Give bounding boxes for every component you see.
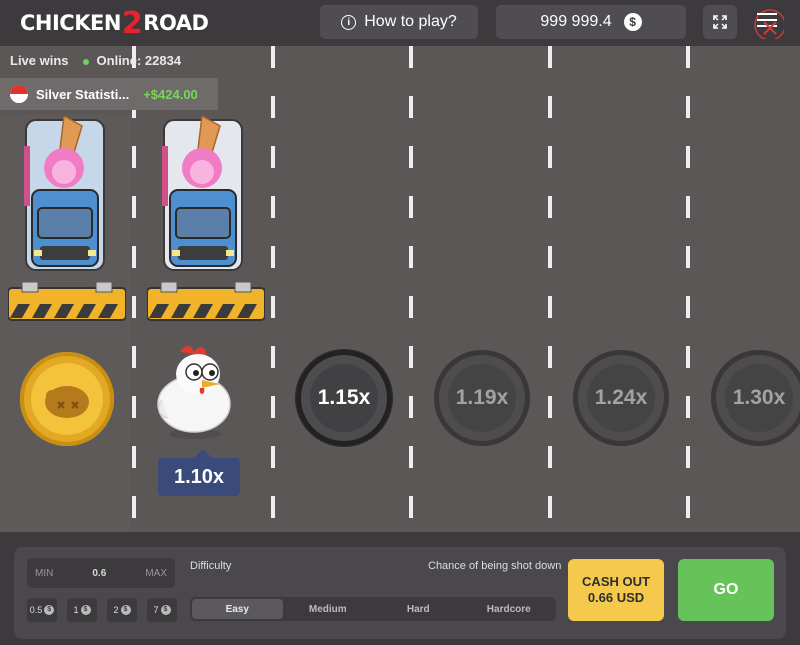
logo-text-right: ROAD — [143, 11, 209, 35]
lane-multiplier-cover[interactable]: 1.19x — [434, 350, 530, 446]
live-wins-panel: Live wins Online: 22834 Silver Statisti.… — [0, 46, 218, 114]
how-to-play-button[interactable]: i How to play? — [320, 5, 478, 39]
balance-display: 999 999.4 $ — [496, 5, 686, 39]
game-logo: CHICKEN 2 ROAD — [20, 5, 209, 41]
chip-value: 2 — [113, 605, 119, 615]
dollar-icon: $ — [80, 605, 91, 615]
chicken-character — [157, 346, 231, 439]
lane-divider — [132, 46, 136, 532]
logo-text-left: CHICKEN — [20, 11, 121, 35]
bet-amount-input[interactable]: MIN 0.6 MAX — [27, 558, 175, 588]
difficulty-tab-medium[interactable]: Medium — [283, 599, 374, 619]
chip-value: 1 — [73, 605, 79, 615]
dollar-icon: $ — [120, 605, 131, 615]
current-multiplier-tag: 1.10x — [158, 449, 240, 496]
bet-chips: 0.5 $ 1 $ 2 $ 7 $ — [27, 598, 177, 622]
collected-coin — [20, 352, 114, 446]
cash-out-button[interactable]: CASH OUT 0.66 USD — [568, 559, 664, 621]
lane-multiplier-cover[interactable]: 1.24x — [573, 350, 669, 446]
top-bar: CHICKEN 2 ROAD i How to play? 999 999.4 … — [0, 0, 800, 46]
lane-divider — [409, 46, 413, 532]
recent-win-row: Silver Statisti... +$424.00 — [0, 78, 218, 110]
control-panel: MIN 0.6 MAX 0.5 $ 1 $ 2 $ 7 $ Difficulty Cha… — [0, 532, 800, 645]
recent-win-user: Silver Statisti... — [36, 86, 130, 102]
bet-chip-button[interactable]: 7 $ — [147, 598, 177, 622]
menu-icon — [754, 9, 784, 39]
menu-button[interactable] — [750, 5, 784, 39]
recent-win-amount: +$424.00 — [143, 86, 198, 102]
lane-divider — [548, 46, 552, 532]
bet-chip-button[interactable]: 2 $ — [107, 598, 137, 622]
info-icon: i — [341, 14, 357, 30]
ice-cream-truck — [24, 116, 105, 271]
fullscreen-button[interactable] — [703, 5, 737, 39]
online-dot-icon — [82, 58, 89, 65]
lane-multiplier-cover[interactable]: 1.30x — [711, 350, 800, 446]
difficulty-selector: Easy Medium Hard Hardcore — [190, 597, 556, 621]
bet-min-button[interactable]: MIN — [35, 568, 53, 579]
cash-out-label: CASH OUT — [582, 574, 650, 589]
dollar-icon: $ — [44, 605, 55, 615]
bet-max-button[interactable]: MAX — [145, 568, 167, 579]
dollar-icon: $ — [160, 605, 171, 615]
live-wins-header: Live wins Online: 22834 — [0, 46, 218, 74]
bet-chip-button[interactable]: 1 $ — [67, 598, 97, 622]
how-to-play-label: How to play? — [364, 13, 457, 30]
chip-value: 7 — [153, 605, 159, 615]
control-panel-inner: MIN 0.6 MAX 0.5 $ 1 $ 2 $ 7 $ Difficulty Cha… — [14, 547, 786, 639]
live-wins-label: Live wins — [10, 52, 69, 68]
online-label: Online: 22834 — [96, 52, 182, 68]
chance-label: Chance of being shot down — [428, 560, 562, 572]
lane-multiplier-cover[interactable]: 1.15x — [296, 350, 392, 446]
difficulty-tab-hard[interactable]: Hard — [373, 599, 464, 619]
online-count: Online: 22834 — [82, 52, 182, 68]
difficulty-tab-hardcore[interactable]: Hardcore — [464, 599, 555, 619]
go-button[interactable]: GO — [678, 559, 774, 621]
lane-divider — [271, 46, 275, 532]
logo-number: 2 — [121, 5, 143, 41]
road-barrier — [8, 282, 126, 321]
road-barrier — [147, 282, 265, 321]
lane-divider — [686, 46, 690, 532]
difficulty-label: Difficulty — [190, 560, 232, 572]
dollar-icon: $ — [623, 13, 642, 31]
fullscreen-icon — [713, 15, 727, 29]
bet-chip-button[interactable]: 0.5 $ — [27, 598, 57, 622]
roast-chicken-icon — [45, 386, 89, 418]
bet-value[interactable]: 0.6 — [92, 568, 106, 579]
ice-cream-truck — [162, 116, 243, 271]
balance-value: 999 999.4 — [540, 13, 612, 30]
chip-value: 0.5 — [29, 605, 43, 615]
country-flag-icon — [10, 85, 28, 103]
difficulty-tab-easy[interactable]: Easy — [192, 599, 283, 619]
cash-out-amount: 0.66 USD — [587, 590, 645, 605]
